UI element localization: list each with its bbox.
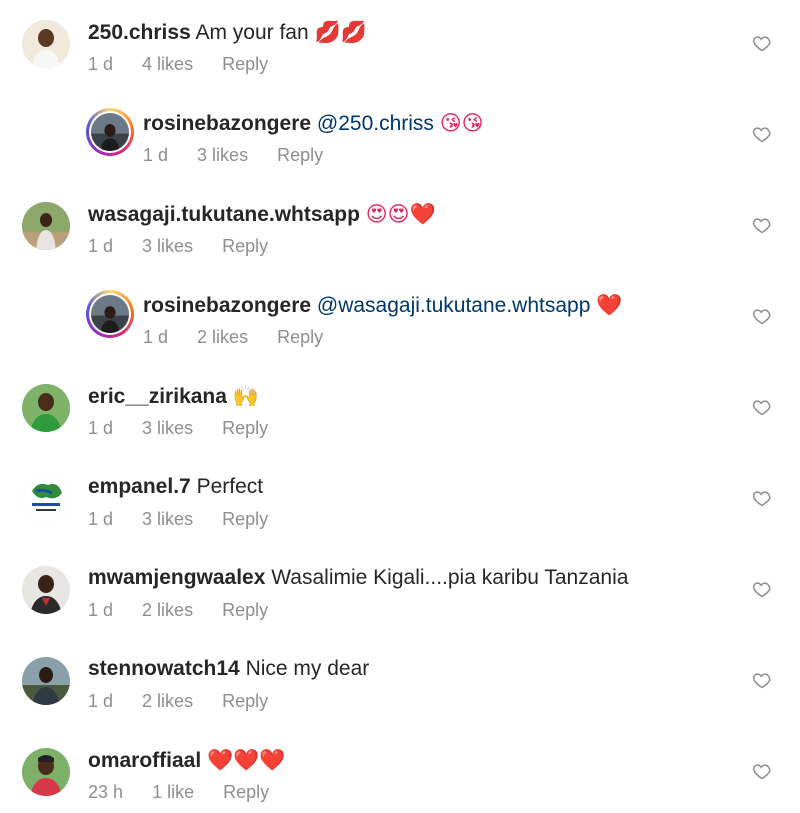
comment-text-line: eric__zirikana 🙌 — [88, 384, 259, 409]
comment-item: stennowatch14 Nice my dear 1 d 2 likes R… — [0, 637, 800, 728]
comment-text-line: rosinebazongere @250.chriss 😘😘 — [143, 111, 484, 136]
heart-outline-icon[interactable] — [752, 670, 772, 690]
story-ring-avatar[interactable] — [86, 108, 134, 156]
reply-comment-item: rosinebazongere @250.chriss 😘😘 1 d 3 lik… — [0, 91, 800, 182]
reply-button[interactable]: Reply — [222, 509, 268, 529]
reply-button[interactable]: Reply — [277, 145, 323, 165]
heart-outline-icon[interactable] — [752, 488, 772, 508]
username[interactable]: stennowatch14 — [88, 657, 240, 680]
avatar[interactable] — [22, 657, 70, 705]
reply-button[interactable]: Reply — [223, 782, 269, 802]
avatar[interactable] — [22, 20, 70, 68]
likes-count[interactable]: 2 likes — [142, 691, 193, 711]
timestamp: 1 d — [143, 327, 169, 347]
heart-outline-icon[interactable] — [752, 33, 772, 53]
comment-meta: 1 d 4 likes Reply — [88, 53, 292, 75]
username[interactable]: rosinebazongere — [143, 112, 311, 135]
username[interactable]: 250.chriss — [88, 21, 191, 44]
comment-text-line: mwamjengwaalex Wasalimie Kigali....pia k… — [88, 566, 628, 590]
emoji: 🙌 — [232, 384, 259, 408]
avatar[interactable] — [22, 475, 70, 523]
username[interactable]: omaroffiaal — [88, 749, 201, 772]
username[interactable]: rosinebazongere — [143, 294, 311, 317]
reply-button[interactable]: Reply — [222, 600, 268, 620]
emoji: ❤️❤️❤️ — [207, 748, 286, 772]
comment-meta: 1 d 2 likes Reply — [143, 326, 347, 348]
likes-count[interactable]: 2 likes — [197, 327, 248, 347]
comment-text: Perfect — [196, 475, 264, 498]
comment-text-line: rosinebazongere @wasagaji.tukutane.whtsa… — [143, 293, 622, 318]
comment-text-line: 250.chriss Am your fan 💋💋 — [88, 20, 367, 45]
reply-button[interactable]: Reply — [222, 236, 268, 256]
comment-item: mwamjengwaalex Wasalimie Kigali....pia k… — [0, 546, 800, 637]
comment-item: wasagaji.tukutane.whtsapp 😍😍❤️ 1 d 3 lik… — [0, 182, 800, 273]
comment-meta: 1 d 3 likes Reply — [143, 144, 347, 166]
comment-meta: 1 d 3 likes Reply — [88, 235, 292, 257]
avatar[interactable] — [22, 202, 70, 250]
comment-meta: 1 d 2 likes Reply — [88, 690, 292, 712]
mention-link[interactable]: @250.chriss — [317, 112, 434, 135]
likes-count[interactable]: 3 likes — [197, 145, 248, 165]
likes-count[interactable]: 3 likes — [142, 236, 193, 256]
comment-text: Am your fan — [195, 21, 309, 44]
emoji: ❤️ — [596, 293, 623, 317]
username[interactable]: wasagaji.tukutane.whtsapp — [88, 203, 360, 226]
heart-outline-icon[interactable] — [752, 761, 772, 781]
timestamp: 1 d — [88, 236, 114, 256]
avatar[interactable] — [22, 384, 70, 432]
heart-outline-icon[interactable] — [752, 579, 772, 599]
likes-count[interactable]: 1 like — [152, 782, 194, 802]
reply-button[interactable]: Reply — [222, 54, 268, 74]
timestamp: 1 d — [88, 418, 114, 438]
comment-text-line: wasagaji.tukutane.whtsapp 😍😍❤️ — [88, 202, 436, 227]
story-ring-avatar[interactable] — [86, 290, 134, 338]
emoji: 😍😍❤️ — [365, 202, 436, 226]
comment-text-line: omaroffiaal ❤️❤️❤️ — [88, 748, 286, 773]
username[interactable]: eric__zirikana — [88, 385, 227, 408]
timestamp: 1 d — [88, 54, 114, 74]
username[interactable]: mwamjengwaalex — [88, 566, 265, 589]
emoji: 💋💋 — [314, 20, 367, 44]
avatar[interactable] — [22, 566, 70, 614]
heart-outline-icon[interactable] — [752, 306, 772, 326]
comment-text-line: empanel.7 Perfect — [88, 475, 263, 499]
timestamp: 1 d — [143, 145, 169, 165]
comment-text: Wasalimie Kigali....pia karibu Tanzania — [271, 566, 629, 589]
comment-meta: 1 d 3 likes Reply — [88, 417, 292, 439]
timestamp: 1 d — [88, 691, 114, 711]
comment-text: Nice my dear — [245, 657, 370, 680]
comment-item: omaroffiaal ❤️❤️❤️ 23 h 1 like Reply — [0, 728, 800, 813]
emoji: 😘😘 — [439, 111, 484, 135]
likes-count[interactable]: 4 likes — [142, 54, 193, 74]
likes-count[interactable]: 3 likes — [142, 509, 193, 529]
username[interactable]: empanel.7 — [88, 475, 191, 498]
timestamp: 1 d — [88, 600, 114, 620]
heart-outline-icon[interactable] — [752, 124, 772, 144]
comment-item: empanel.7 Perfect 1 d 3 likes Reply — [0, 455, 800, 546]
heart-outline-icon[interactable] — [752, 397, 772, 417]
reply-button[interactable]: Reply — [222, 691, 268, 711]
mention-link[interactable]: @wasagaji.tukutane.whtsapp — [317, 294, 590, 317]
reply-comment-item: rosinebazongere @wasagaji.tukutane.whtsa… — [0, 273, 800, 364]
timestamp: 23 h — [88, 782, 124, 802]
comment-text-line: stennowatch14 Nice my dear — [88, 657, 369, 681]
comment-meta: 1 d 3 likes Reply — [88, 508, 292, 530]
heart-outline-icon[interactable] — [752, 215, 772, 235]
comment-meta: 1 d 2 likes Reply — [88, 599, 292, 621]
comment-item: eric__zirikana 🙌 1 d 3 likes Reply — [0, 364, 800, 455]
likes-count[interactable]: 3 likes — [142, 418, 193, 438]
comment-item: 250.chriss Am your fan 💋💋 1 d 4 likes Re… — [0, 0, 800, 91]
avatar[interactable] — [22, 748, 70, 796]
reply-button[interactable]: Reply — [222, 418, 268, 438]
comment-meta: 23 h 1 like Reply — [88, 781, 293, 803]
reply-button[interactable]: Reply — [277, 327, 323, 347]
timestamp: 1 d — [88, 509, 114, 529]
likes-count[interactable]: 2 likes — [142, 600, 193, 620]
comments-list: 250.chriss Am your fan 💋💋 1 d 4 likes Re… — [0, 0, 800, 813]
